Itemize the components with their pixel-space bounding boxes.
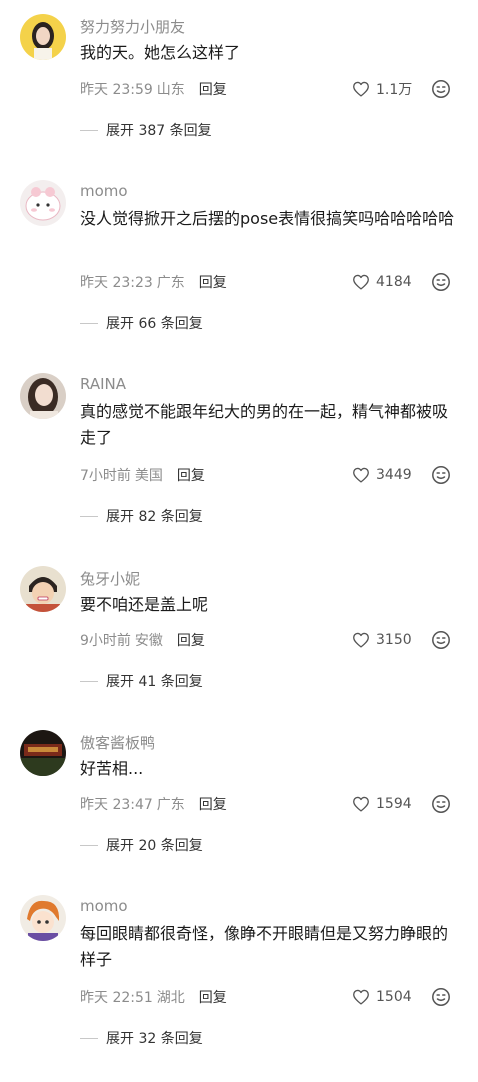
comment-location: 山东 [156,82,185,98]
expand-replies-button[interactable]: 展开 20 条回复 [80,835,203,855]
expand-replies-label: 展开 387 条回复 [106,123,212,139]
divider-line [80,844,98,846]
comment-text: 好苦相... [80,759,144,778]
emoji-face-icon [432,795,450,813]
emoji-react-button[interactable] [431,465,451,485]
comment-meta: 7小时前 美国 回复 [80,465,205,485]
comment-time: 昨天 22:51 [80,990,153,1006]
comment-time: 昨天 23:23 [80,275,153,291]
emoji-face-icon [432,80,450,98]
heart-outline-icon [353,796,369,812]
comment-text: 每回眼睛都很奇怪，像睁不开眼睛但是又努力睁眼的样子 [80,924,449,969]
emoji-react-button[interactable] [431,987,451,1007]
heart-outline-icon [353,81,369,97]
emoji-face-icon [432,631,450,649]
heart-outline-icon [353,632,369,648]
reply-button[interactable]: 回复 [199,794,227,814]
divider-line [80,515,98,517]
emoji-react-button[interactable] [431,79,451,99]
comment-location: 安徽 [134,633,163,649]
like-count: 1594 [376,796,412,812]
expand-replies-button[interactable]: 展开 82 条回复 [80,506,203,526]
comment-list: 努力努力小朋友 我的天。她怎么这样了 昨天 23:59 山东 回复 1.1万 展… [0,0,478,1082]
username[interactable]: RAINA [80,375,126,393]
expand-replies-button[interactable]: 展开 387 条回复 [80,120,212,140]
like-count: 3449 [376,467,412,483]
comment-text: 真的感觉不能跟年纪大的男的在一起，精气神都被吸走了 [80,402,449,447]
comment-time: 昨天 23:47 [80,797,153,813]
expand-replies-button[interactable]: 展开 32 条回复 [80,1028,203,1048]
like-button[interactable]: 3449 [352,465,412,485]
divider-line [80,129,98,131]
username[interactable]: 兔牙小妮 [80,568,140,589]
reply-button[interactable]: 回复 [199,272,227,292]
comment-time: 昨天 23:59 [80,82,153,98]
comment-meta: 昨天 23:23 广东 回复 [80,272,227,292]
comment-meta: 9小时前 安徽 回复 [80,630,205,650]
comment-location: 美国 [134,468,163,484]
avatar[interactable] [20,180,66,226]
emoji-face-icon [432,466,450,484]
expand-replies-label: 展开 20 条回复 [106,838,203,854]
like-count: 1504 [376,989,412,1005]
divider-line [80,322,98,324]
expand-replies-label: 展开 32 条回复 [106,1031,203,1047]
username[interactable]: 傲客酱板鸭 [80,732,155,753]
like-button[interactable]: 1594 [352,794,412,814]
like-button[interactable]: 3150 [352,630,412,650]
avatar[interactable] [20,14,66,60]
comment-location: 广东 [156,797,185,813]
comment-text: 要不咱还是盖上呢 [80,595,209,614]
reply-button[interactable]: 回复 [199,987,227,1007]
expand-replies-label: 展开 66 条回复 [106,316,203,332]
reply-button[interactable]: 回复 [177,630,205,650]
expand-replies-label: 展开 82 条回复 [106,509,203,525]
emoji-face-icon [432,988,450,1006]
avatar[interactable] [20,730,66,776]
expand-replies-label: 展开 41 条回复 [106,674,203,690]
comment-meta: 昨天 23:59 山东 回复 [80,79,227,99]
emoji-face-icon [432,273,450,291]
comment-time: 9小时前 [80,633,131,649]
divider-line [80,680,98,682]
like-count: 4184 [376,274,412,290]
comment-meta: 昨天 22:51 湖北 回复 [80,987,227,1007]
expand-replies-button[interactable]: 展开 66 条回复 [80,313,203,333]
username[interactable]: momo [80,182,128,200]
like-count: 1.1万 [376,82,413,98]
heart-outline-icon [353,989,369,1005]
like-button[interactable]: 4184 [352,272,412,292]
avatar[interactable] [20,895,66,941]
like-button[interactable]: 1504 [352,987,412,1007]
comment-time: 7小时前 [80,468,131,484]
avatar[interactable] [20,566,66,612]
emoji-react-button[interactable] [431,794,451,814]
heart-outline-icon [353,467,369,483]
reply-button[interactable]: 回复 [199,79,227,99]
expand-replies-button[interactable]: 展开 41 条回复 [80,671,203,691]
avatar[interactable] [20,373,66,419]
emoji-react-button[interactable] [431,630,451,650]
divider-line [80,1037,98,1039]
comment-text: 没人觉得掀开之后摆的pose表情很搞笑吗哈哈哈哈哈 [80,209,455,228]
comment-meta: 昨天 23:47 广东 回复 [80,794,227,814]
reply-button[interactable]: 回复 [177,465,205,485]
like-count: 3150 [376,632,412,648]
username[interactable]: momo [80,897,128,915]
comment-location: 湖北 [156,990,185,1006]
emoji-react-button[interactable] [431,272,451,292]
like-button[interactable]: 1.1万 [352,79,412,99]
username[interactable]: 努力努力小朋友 [80,16,185,37]
comment-location: 广东 [156,275,185,291]
comment-text: 我的天。她怎么这样了 [80,43,241,62]
heart-outline-icon [353,274,369,290]
